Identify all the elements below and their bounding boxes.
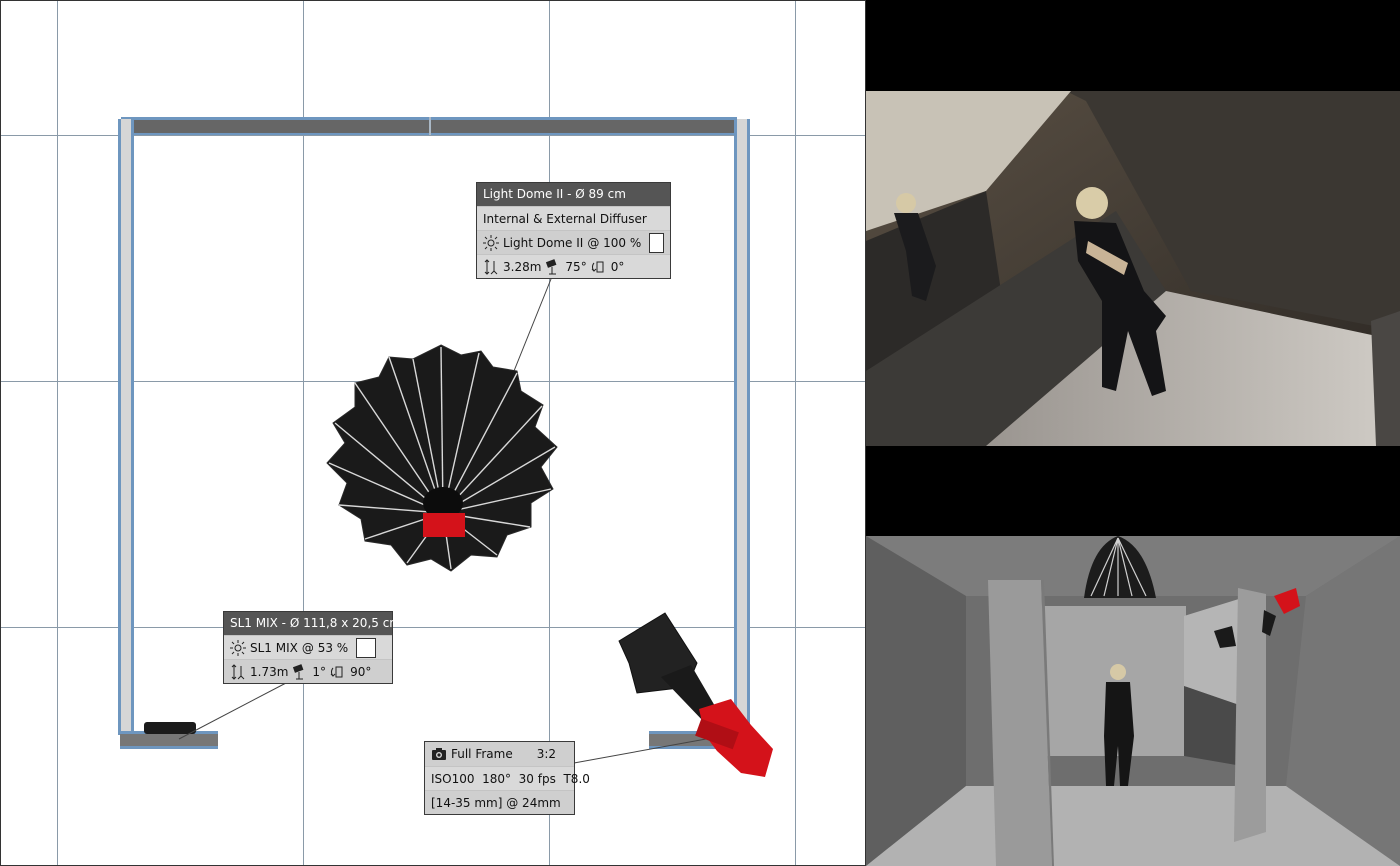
camera-icon bbox=[431, 746, 447, 762]
light-dome-tilt: 75° bbox=[565, 259, 587, 274]
light-dome-rotation: 0° bbox=[610, 259, 625, 274]
tilt-icon bbox=[545, 258, 561, 275]
sl1-height: 1.73m bbox=[250, 664, 289, 679]
sl1-light-name: SL1 MIX bbox=[250, 640, 298, 655]
grid-line bbox=[795, 1, 796, 865]
sl1-position-row: 1.73m 1° 90° bbox=[224, 659, 392, 683]
light-dome-softbox[interactable] bbox=[321, 343, 561, 573]
dome-light-head bbox=[423, 513, 465, 537]
light-dome-color-swatch[interactable] bbox=[649, 232, 664, 253]
camera-lens-setting: [14-35 mm] @ 24mm bbox=[431, 795, 561, 810]
light-dome-light-name: Light Dome II bbox=[503, 235, 584, 250]
camera-aspect-ratio: 3:2 bbox=[536, 747, 557, 761]
rotation-icon bbox=[591, 259, 607, 275]
sun-icon bbox=[230, 639, 246, 656]
sl1-panel-title: SL1 MIX - Ø 111,8 x 20,5 cm bbox=[224, 612, 401, 635]
sl1-rotation: 90° bbox=[350, 664, 372, 679]
wall-seam bbox=[429, 117, 431, 135]
light-dome-power-row: Light Dome II @ 100 % bbox=[477, 230, 670, 254]
camera-lens-row: [14-35 mm] @ 24mm bbox=[425, 790, 574, 814]
light-dome-info-panel[interactable]: Light Dome II - Ø 89 cm Internal & Exter… bbox=[476, 182, 671, 279]
camera-rig[interactable] bbox=[601, 601, 791, 791]
left-wall-flat[interactable] bbox=[118, 119, 134, 735]
rotation-icon bbox=[330, 664, 346, 680]
light-dome-position-row: 3.28m 75° 0° bbox=[477, 254, 670, 278]
camera-exposure-row: ISO100 180° 30 fps T8.0 bbox=[425, 766, 590, 790]
camera-exposure-settings: ISO100 180° 30 fps T8.0 bbox=[431, 771, 590, 786]
camera-sensor: Full Frame bbox=[451, 747, 513, 761]
grid-line bbox=[57, 1, 58, 865]
sl1-mix-info-panel[interactable]: SL1 MIX - Ø 111,8 x 20,5 cm SL1 MIX @ 53… bbox=[223, 611, 401, 684]
camera-render-view[interactable] bbox=[866, 91, 1400, 446]
light-stand-height-icon bbox=[483, 258, 499, 275]
3d-overview-image bbox=[866, 536, 1400, 866]
sl1-mix-light-fixture[interactable] bbox=[144, 722, 196, 734]
tilt-icon bbox=[292, 663, 308, 680]
sl1-power-row: SL1 MIX @ 53 % bbox=[224, 635, 392, 659]
light-dome-modifier: Internal & External Diffuser bbox=[483, 211, 647, 226]
sl1-color-swatch[interactable] bbox=[356, 637, 377, 658]
sl1-power: @ 53 % bbox=[301, 640, 349, 655]
light-dome-panel-title: Light Dome II - Ø 89 cm bbox=[477, 183, 670, 206]
camera-sensor-row: Full Frame 3:2 bbox=[425, 742, 574, 766]
top-down-plan-view[interactable]: Light Dome II - Ø 89 cm Internal & Exter… bbox=[0, 0, 866, 866]
light-stand-height-icon bbox=[230, 663, 246, 680]
camera-render-image bbox=[866, 91, 1400, 446]
light-dome-modifier-row: Internal & External Diffuser bbox=[477, 206, 670, 230]
light-dome-height: 3.28m bbox=[503, 259, 542, 274]
sl1-tilt: 1° bbox=[312, 664, 327, 679]
camera-info-panel[interactable]: Full Frame 3:2 ISO100 180° 30 fps T8.0 [… bbox=[424, 741, 590, 815]
sun-icon bbox=[483, 234, 499, 251]
3d-overview-view[interactable] bbox=[866, 536, 1400, 866]
light-dome-power: @ 100 % bbox=[587, 235, 642, 250]
